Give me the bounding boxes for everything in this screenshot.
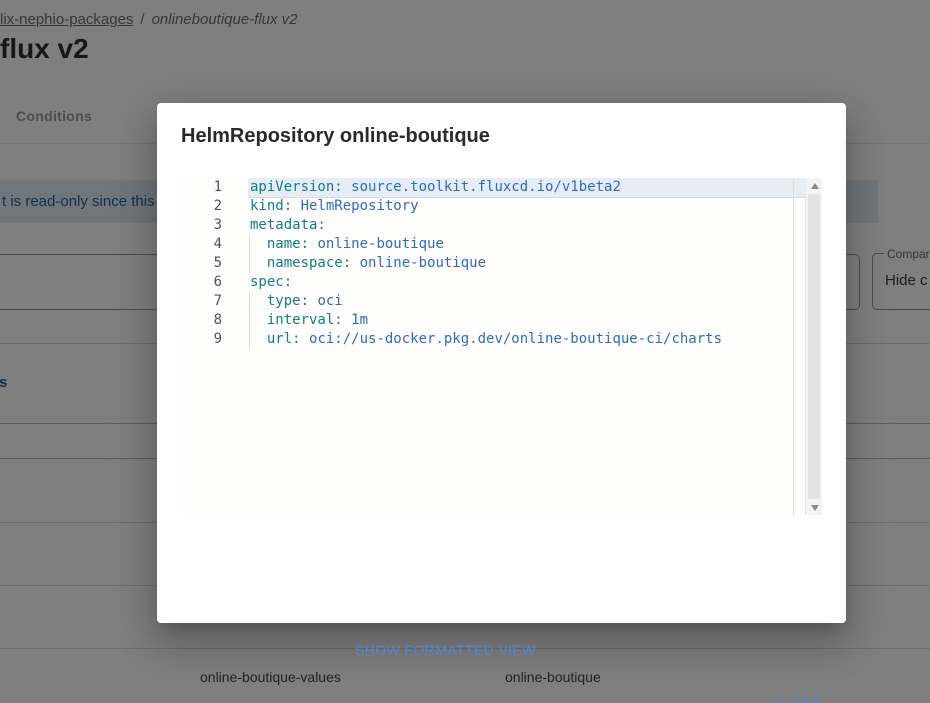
helmrepository-dialog: HelmRepository online-boutique 1apiVersi… (157, 103, 846, 623)
yaml-key: namespace: (267, 255, 351, 271)
code-line[interactable]: 2kind: HelmRepository (181, 197, 822, 216)
show-formatted-view-button[interactable]: SHOW FORMATTED VIEW (355, 642, 536, 658)
code-line[interactable]: 8 interval: 1m (181, 311, 822, 330)
code-line-content: spec: (248, 273, 805, 292)
close-button[interactable]: CLOSE (772, 695, 821, 703)
code-line-content: apiVersion: source.toolkit.fluxcd.io/v1b… (248, 178, 805, 197)
yaml-plain (343, 312, 351, 328)
yaml-plain (292, 198, 300, 214)
yaml-value: oci (317, 293, 342, 309)
yaml-value: 1m (351, 312, 368, 328)
code-line[interactable]: 4 name: online-boutique (181, 235, 822, 254)
code-line-content: url: oci://us-docker.pkg.dev/online-bout… (248, 330, 805, 349)
yaml-key: spec: (250, 274, 292, 290)
indent-guide (249, 311, 250, 330)
line-number: 4 (181, 235, 248, 254)
code-line[interactable]: 7 type: oci (181, 292, 822, 311)
code-line-content: namespace: online-boutique (248, 254, 805, 273)
yaml-key: name: (267, 236, 309, 252)
code-line-content: name: online-boutique (248, 235, 805, 254)
line-number: 3 (181, 216, 248, 235)
code-line-content: metadata: (248, 216, 805, 235)
code-line[interactable]: 6spec: (181, 273, 822, 292)
code-editor-lines: 1apiVersion: source.toolkit.fluxcd.io/v1… (181, 178, 822, 349)
yaml-value: online-boutique (317, 236, 443, 252)
yaml-plain (250, 331, 267, 347)
yaml-code-editor[interactable]: 1apiVersion: source.toolkit.fluxcd.io/v1… (181, 178, 822, 515)
line-number: 1 (181, 178, 248, 197)
yaml-value: online-boutique (360, 255, 486, 271)
yaml-value: oci://us-docker.pkg.dev/online-boutique-… (309, 331, 722, 347)
indent-guide (249, 235, 250, 254)
code-line-content: kind: HelmRepository (248, 197, 805, 216)
yaml-plain (250, 236, 267, 252)
code-line-content: type: oci (248, 292, 805, 311)
code-line-content: interval: 1m (248, 311, 805, 330)
yaml-value: source.toolkit.fluxcd.io/v1beta2 (351, 179, 621, 195)
indent-guide (249, 330, 250, 349)
line-number: 8 (181, 311, 248, 330)
screen: lix-nephio-packages/onlineboutique-flux … (0, 0, 930, 703)
editor-scrollbar[interactable] (805, 178, 822, 515)
code-line[interactable]: 1apiVersion: source.toolkit.fluxcd.io/v1… (181, 178, 822, 197)
yaml-plain (301, 331, 309, 347)
yaml-key: interval: (267, 312, 343, 328)
line-number: 7 (181, 292, 248, 311)
code-line[interactable]: 3metadata: (181, 216, 822, 235)
scroll-up-arrow-icon[interactable] (806, 178, 823, 193)
yaml-key: url: (267, 331, 301, 347)
line-number: 9 (181, 330, 248, 349)
yaml-key: apiVersion: (250, 179, 343, 195)
yaml-plain (351, 255, 359, 271)
yaml-plain (250, 293, 267, 309)
line-number: 2 (181, 197, 248, 216)
yaml-key: kind: (250, 198, 292, 214)
scrollbar-thumb[interactable] (808, 194, 820, 499)
code-line[interactable]: 9 url: oci://us-docker.pkg.dev/online-bo… (181, 330, 822, 349)
dialog-title: HelmRepository online-boutique (181, 125, 490, 148)
yaml-plain (343, 179, 351, 195)
line-number: 6 (181, 273, 248, 292)
yaml-plain (250, 312, 267, 328)
scroll-down-arrow-icon[interactable] (806, 500, 823, 515)
line-number: 5 (181, 254, 248, 273)
yaml-value: HelmRepository (301, 198, 419, 214)
code-line[interactable]: 5 namespace: online-boutique (181, 254, 822, 273)
yaml-plain (250, 255, 267, 271)
editor-content-edge (793, 178, 794, 515)
indent-guide (249, 254, 250, 273)
indent-guide (249, 292, 250, 311)
yaml-key: metadata: (250, 217, 326, 233)
yaml-key: type: (267, 293, 309, 309)
